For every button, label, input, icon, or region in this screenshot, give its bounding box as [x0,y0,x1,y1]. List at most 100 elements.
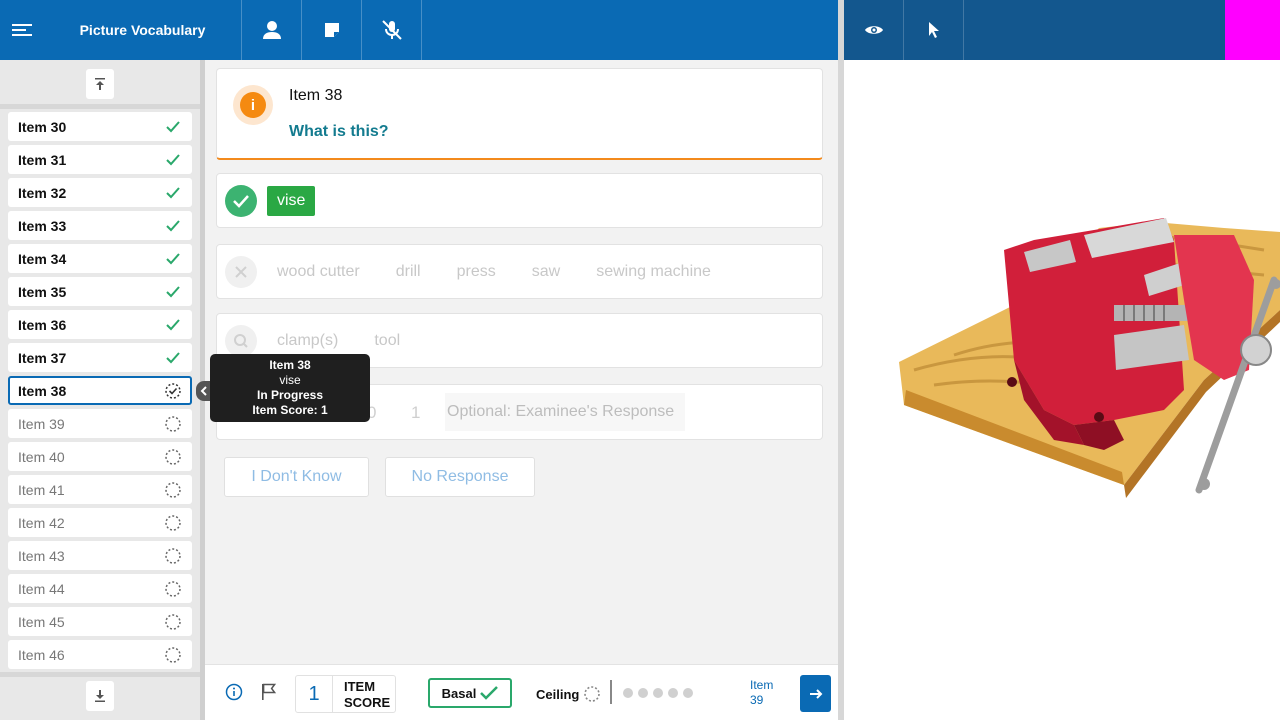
pointer-icon [928,22,939,38]
pending-circle-icon [584,686,601,702]
next-item-button[interactable] [800,675,831,712]
examinee-toolbar [844,0,1280,60]
sidebar-item[interactable]: Item 33 [8,211,192,240]
sidebar-item[interactable]: Item 41 [8,475,192,504]
in-progress-icon [165,382,181,399]
progress-dot [623,688,633,698]
vise-picture [899,218,1280,498]
examinee-response-input[interactable] [445,393,685,431]
sidebar-item[interactable]: Item 31 [8,145,192,174]
sidebar-item[interactable]: Item 36 [8,310,192,339]
note-icon [324,23,339,37]
item-tooltip: Item 38 vise In Progress Item Score: 1 [210,354,370,422]
tooltip-state: In Progress [256,388,324,402]
flag-button[interactable] [261,683,277,706]
pending-circle-icon [165,481,181,498]
next-item-label: Item 39 [750,678,774,707]
tooltip-score: Item Score: 1 [252,403,328,417]
scroll-top-button[interactable] [86,69,114,99]
incorrect-response[interactable]: saw [532,263,560,281]
ceiling-status: Ceiling [536,685,601,703]
sidebar-item[interactable]: Item 42 [8,508,192,537]
progress-dot [668,688,678,698]
chevron-left-icon [200,386,207,396]
sidebar-item[interactable]: Item 30 [8,112,192,141]
incorrect-response[interactable]: sewing machine [596,263,711,281]
check-icon [166,252,180,264]
incorrect-response[interactable]: press [457,263,496,281]
menu-button[interactable] [0,0,44,60]
dont-know-button[interactable]: I Don't Know [224,457,369,497]
mic-off-icon [381,20,402,40]
sidebar-item-label: Item 38 [18,382,67,399]
person-icon [262,21,281,39]
info-button[interactable] [225,683,243,706]
sidebar-item[interactable]: Item 38 [8,376,192,405]
progress-dot [638,688,648,698]
question-card: i Item 38 What is this? [216,68,823,160]
query-response[interactable]: clamp(s) [277,332,338,350]
sidebar-item-label: Item 44 [18,580,65,597]
check-icon [480,686,499,700]
score-option-1[interactable]: 1 [411,403,420,423]
sidebar-item-label: Item 36 [18,316,67,333]
sidebar-item[interactable]: Item 45 [8,607,192,636]
status-indicator [1225,0,1280,60]
sidebar-item[interactable]: Item 34 [8,244,192,273]
sidebar-item-label: Item 43 [18,547,65,564]
menu-icon [12,24,32,36]
sidebar-item[interactable]: Item 35 [8,277,192,306]
check-icon [166,351,180,363]
check-icon [166,153,180,165]
sidebar-item[interactable]: Item 39 [8,409,192,438]
sidebar-item[interactable]: Item 32 [8,178,192,207]
pending-circle-icon [165,448,181,465]
scroll-bottom-button[interactable] [86,681,114,711]
correct-response-chip[interactable]: vise [267,185,316,216]
bottom-separator [610,680,612,704]
item-list: Item 30 Item 31 Item 32 Item 33 Item 34 Item … [8,112,192,673]
no-response-button[interactable]: No Response [385,457,535,497]
examinee-button[interactable] [242,0,302,60]
sidebar-item-label: Item 32 [18,184,67,201]
question-prompt: What is this? [289,123,389,140]
query-response[interactable]: tool [374,332,400,350]
app-title: Picture Vocabulary [44,0,242,60]
microphone-button[interactable] [362,0,422,60]
check-icon [166,318,180,330]
pending-circle-icon [165,580,181,597]
sidebar-item-label: Item 42 [18,514,65,531]
pending-circle-icon [165,415,181,432]
pending-circle-icon [165,514,181,531]
item-score-value: 1 [296,676,333,712]
sidebar-item-label: Item 46 [18,646,65,663]
sidebar-item-label: Item 30 [18,118,67,135]
stimulus-picture-panel [844,60,1280,720]
incorrect-response[interactable]: drill [396,263,421,281]
incorrect-response[interactable]: wood cutter [277,263,360,281]
sidebar-item[interactable]: Item 46 [8,640,192,669]
sidebar-item[interactable]: Item 37 [8,343,192,372]
sidebar-item-label: Item 33 [18,217,67,234]
sidebar-item-label: Item 35 [18,283,67,300]
basal-label: Basal [441,685,477,701]
correct-responses-row[interactable]: vise [216,173,823,228]
sidebar-item[interactable]: Item 40 [8,442,192,471]
sidebar-item-label: Item 39 [18,415,65,432]
incorrect-responses-row[interactable]: wood cutter drill press saw sewing machi… [216,244,823,299]
pending-circle-icon [165,646,181,663]
sidebar-item[interactable]: Item 44 [8,574,192,603]
sidebar-item-label: Item 34 [18,250,67,267]
item-score-box: 1 ITEM SCORE [295,675,396,713]
sidebar-item[interactable]: Item 43 [8,541,192,570]
preview-button[interactable] [844,0,904,60]
check-icon [166,219,180,231]
info-badge: i [233,85,273,125]
progress-dot [683,688,693,698]
pointer-button[interactable] [904,0,964,60]
sidebar-item-label: Item 41 [18,481,65,498]
tooltip-item: Item 38 [269,358,311,372]
progress-dot [653,688,663,698]
notes-button[interactable] [302,0,362,60]
pending-circle-icon [165,613,181,630]
